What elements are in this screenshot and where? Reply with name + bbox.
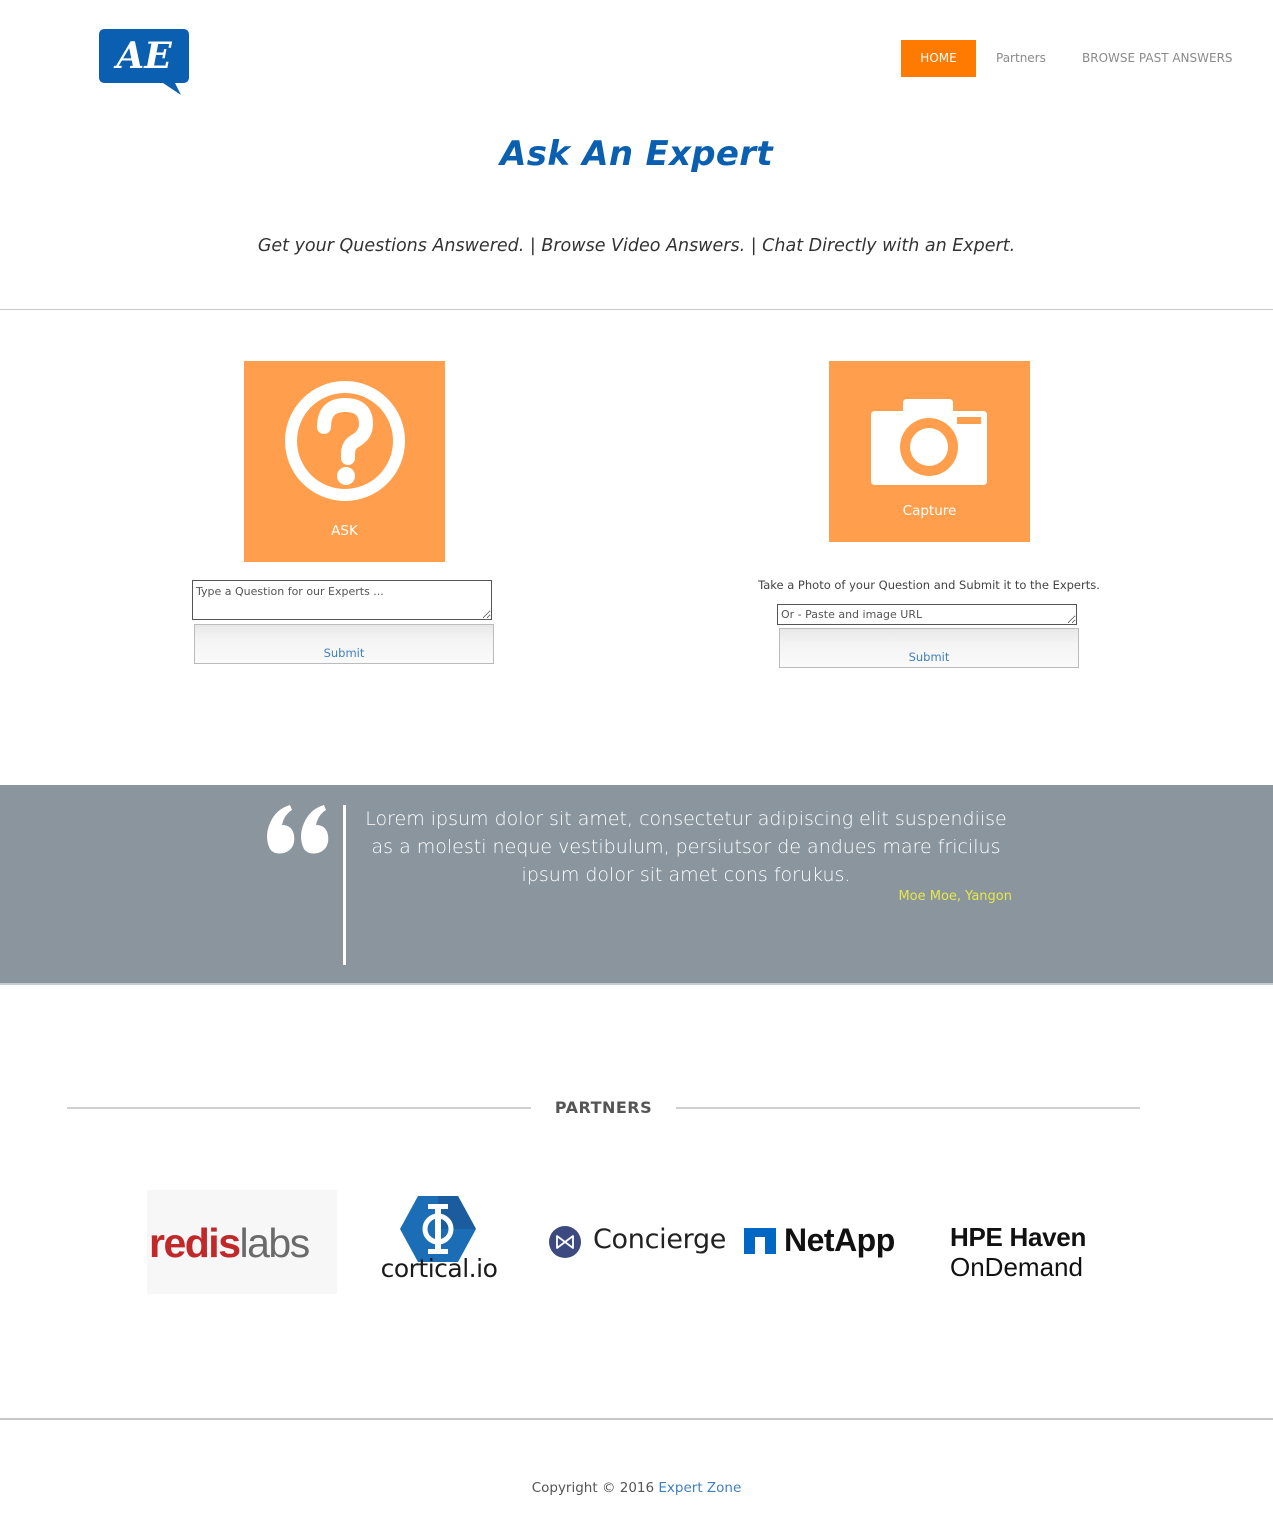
nav-home[interactable]: HOME <box>901 40 976 77</box>
partners-divider-left <box>67 1107 531 1109</box>
quote-divider <box>343 805 346 965</box>
netapp-n-icon <box>744 1228 776 1254</box>
copyright-text: Copyright © 2016 <box>531 1480 655 1496</box>
ask-tile[interactable]: ASK <box>244 361 445 562</box>
logo-speech-bubble-icon: AE <box>99 29 189 95</box>
testimonial-section: Lorem ipsum dolor sit amet, consectetur … <box>0 785 1273 985</box>
partner-logo-netapp[interactable]: NetApp <box>744 1222 924 1262</box>
partners-title: PARTNERS <box>554 1098 653 1117</box>
partner-logo-redislabs[interactable]: redislabs <box>147 1190 337 1294</box>
concierge-logo-text: Concierge <box>593 1224 727 1255</box>
nav-partners[interactable]: Partners <box>996 40 1046 77</box>
nav-browse-past-answers[interactable]: BROWSE PAST ANSWERS <box>1082 40 1233 77</box>
image-url-input[interactable] <box>777 604 1077 625</box>
camera-icon <box>871 399 987 485</box>
capture-hint-text: Take a Photo of your Question and Submit… <box>758 578 1100 592</box>
partner-logo-cortical[interactable]: cortical.io <box>368 1194 510 1294</box>
netapp-logo-text: NetApp <box>784 1222 895 1258</box>
page-subtitle: Get your Questions Answered. | Browse Vi… <box>257 236 1016 256</box>
footer: Copyright © 2016 Expert Zone <box>0 1480 1273 1496</box>
divider <box>0 309 1273 310</box>
question-input[interactable] <box>192 580 492 620</box>
question-mark-icon <box>285 381 405 501</box>
concierge-bowtie-icon <box>549 1226 581 1258</box>
ask-tile-label: ASK <box>331 523 358 539</box>
logo-text: AE <box>113 35 172 77</box>
capture-tile[interactable]: Capture <box>829 361 1030 542</box>
testimonial-author: Moe Moe, Yangon <box>898 889 1012 904</box>
quote-icon <box>267 805 329 854</box>
cortical-logo-text: cortical.io <box>380 1254 498 1283</box>
partner-logo-concierge[interactable]: Concierge <box>548 1222 728 1262</box>
redislabs-logo-text: redislabs <box>149 1220 310 1266</box>
page-title: Ask An Expert <box>500 134 773 174</box>
hpe-logo-line1: HPE Haven <box>950 1222 1087 1252</box>
footer-expert-zone-link[interactable]: Expert Zone <box>658 1480 741 1496</box>
site-logo[interactable]: AE <box>99 29 189 97</box>
hpe-logo-line2: OnDemand <box>950 1252 1083 1282</box>
footer-divider <box>0 1418 1273 1420</box>
partner-logo-hpe-haven[interactable]: HPE Haven OnDemand <box>950 1222 1110 1282</box>
capture-submit-button[interactable]: Submit <box>779 628 1079 668</box>
testimonial-text: Lorem ipsum dolor sit amet, consectetur … <box>365 808 1007 886</box>
partners-divider-right <box>676 1107 1140 1109</box>
ask-submit-button[interactable]: Submit <box>194 624 494 664</box>
capture-tile-label: Capture <box>902 503 957 519</box>
